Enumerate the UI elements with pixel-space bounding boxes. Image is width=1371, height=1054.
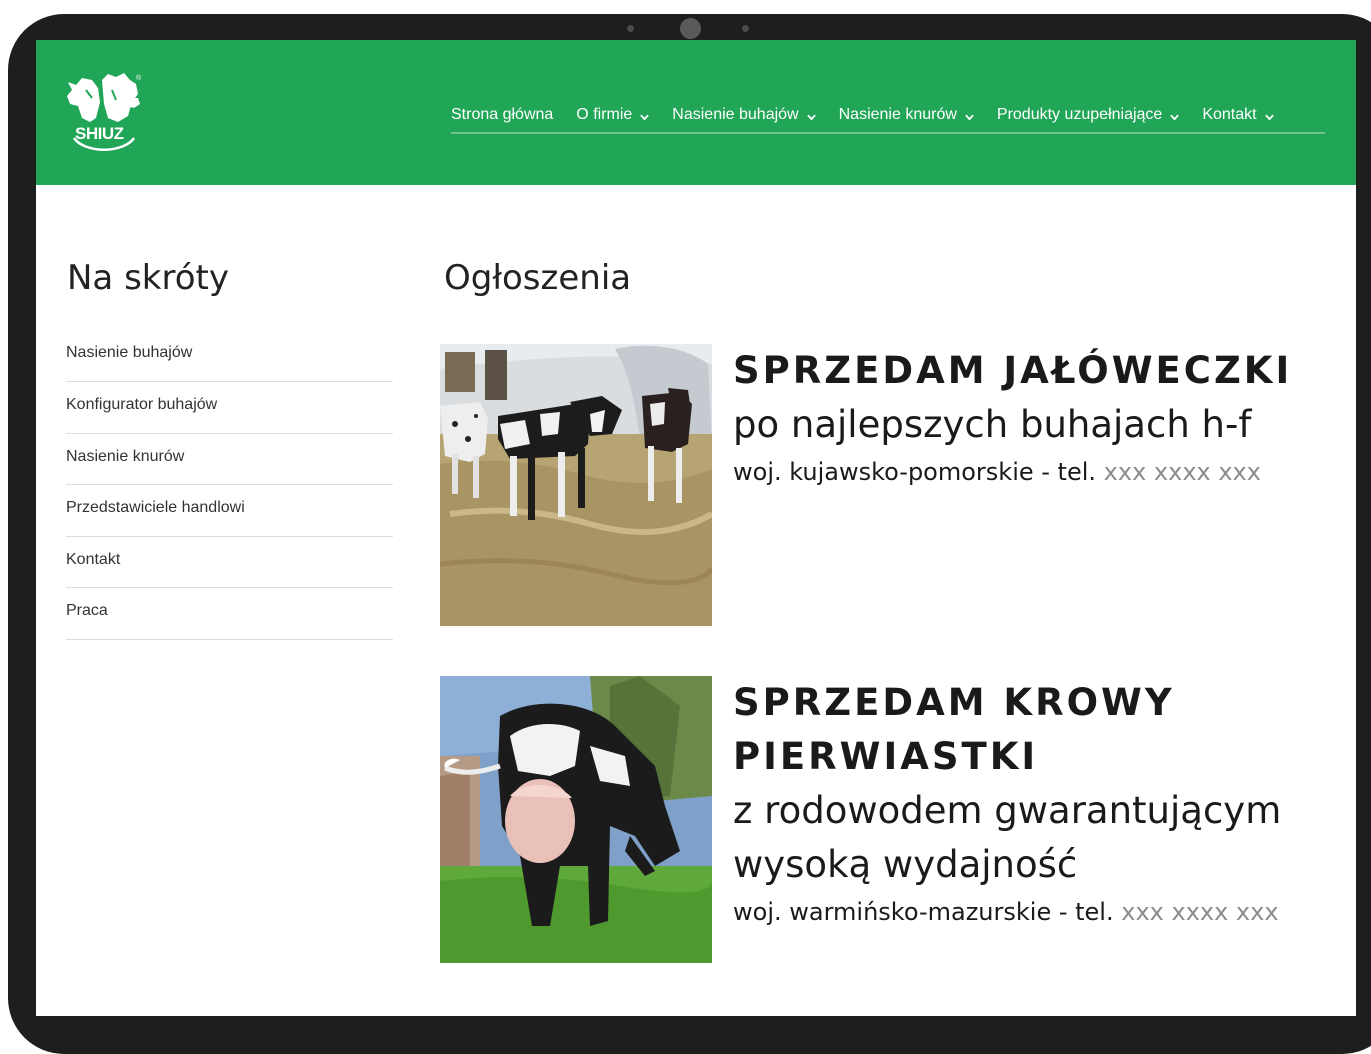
nav-item-label: O firmie — [576, 106, 633, 123]
ad-contact: woj. warmińsko-mazurskie - tel. xxx xxxx… — [733, 894, 1303, 930]
nav-item-label: Kontakt — [1202, 106, 1257, 123]
sidebar-item-bull-semen[interactable]: Nasienie buhajów — [66, 332, 393, 382]
sidebar-list: Nasienie buhajów Konfigurator buhajów Na… — [66, 332, 393, 640]
ad-subtitle: po najlepszych buhajach h-f — [733, 403, 1252, 446]
ad-text: SPRZEDAM KROWY PIERWIASTKI z rodowodem g… — [733, 676, 1303, 930]
shiuz-logo-icon[interactable]: ® SHIUZ — [64, 68, 144, 160]
chevron-down-icon — [965, 114, 974, 120]
ad-subtitle: z rodowodem gwarantującym wysoką wydajno… — [733, 789, 1282, 886]
heifers-photo[interactable] — [440, 344, 712, 626]
nav-item-label: Nasienie buhajów — [672, 106, 799, 123]
chevron-down-icon — [1265, 114, 1274, 120]
ad-region: woj. kujawsko-pomorskie - tel. — [733, 458, 1097, 486]
sidebar-item-contact[interactable]: Kontakt — [66, 537, 393, 588]
site-header: ® SHIUZ Strona główna O firmie Nasienie … — [36, 40, 1356, 185]
nav-item-label: Nasienie knurów — [838, 106, 957, 123]
nav-item-boar-semen[interactable]: Nasienie knurów — [839, 106, 974, 124]
cow-photo[interactable] — [440, 676, 712, 963]
chevron-down-icon — [640, 114, 649, 120]
chevron-down-icon — [1170, 114, 1179, 120]
ad-headline[interactable]: SPRZEDAM KROWY PIERWIASTKI — [733, 676, 1303, 784]
chevron-down-icon — [807, 114, 816, 120]
nav-item-label: Strona główna — [451, 106, 554, 123]
ad-region: woj. warmińsko-mazurskie - tel. — [733, 898, 1114, 926]
nav-item-label: Produkty uzupełniające — [996, 106, 1163, 123]
page-title: Ogłoszenia — [444, 258, 632, 298]
sensor-dot-left — [627, 25, 634, 32]
main-nav: Strona główna O firmie Nasienie buhajów … — [451, 95, 1274, 135]
ad-headline[interactable]: SPRZEDAM JAŁÓWECZKI — [733, 344, 1303, 398]
camera-icon — [680, 18, 701, 39]
sidebar-item-bull-configurator[interactable]: Konfigurator buhajów — [66, 382, 393, 434]
sidebar-item-boar-semen[interactable]: Nasienie knurów — [66, 434, 393, 485]
screen: ® SHIUZ Strona główna O firmie Nasienie … — [36, 40, 1356, 1016]
nav-item-home[interactable]: Strona główna — [451, 106, 553, 124]
nav-item-products[interactable]: Produkty uzupełniające — [997, 106, 1179, 124]
nav-item-about[interactable]: O firmie — [576, 106, 649, 124]
ad-phone[interactable]: xxx xxxx xxx — [1104, 458, 1261, 486]
ad-contact: woj. kujawsko-pomorskie - tel. xxx xxxx … — [733, 454, 1303, 490]
nav-item-bull-semen[interactable]: Nasienie buhajów — [672, 106, 816, 124]
svg-text:®: ® — [136, 74, 142, 82]
ad-phone[interactable]: xxx xxxx xxx — [1121, 898, 1278, 926]
sidebar-title: Na skróty — [67, 258, 229, 298]
sensor-dot-right — [742, 25, 749, 32]
logo-text: SHIUZ — [75, 124, 124, 143]
nav-item-contact[interactable]: Kontakt — [1202, 106, 1274, 124]
logo-graphic: ® — [67, 73, 142, 151]
ad-text: SPRZEDAM JAŁÓWECZKI po najlepszych buhaj… — [733, 344, 1303, 490]
sidebar-item-sales-reps[interactable]: Przedstawiciele handlowi — [66, 485, 393, 537]
nav-underline — [451, 132, 1325, 134]
sidebar-item-jobs[interactable]: Praca — [66, 588, 393, 640]
